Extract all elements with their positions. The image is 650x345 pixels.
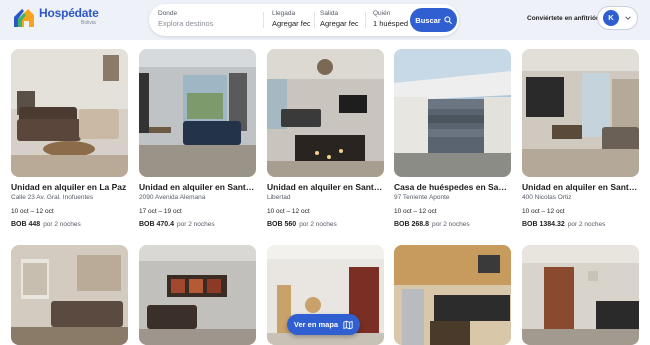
listing-photo[interactable]: [139, 245, 256, 345]
become-host-link[interactable]: Conviértete en anfitrión: [527, 15, 600, 22]
listing-address: Calle 23 Av. Gral. Inofuentes: [11, 194, 94, 201]
listing-card[interactable]: [139, 245, 256, 345]
search-button-label: Buscar: [415, 15, 441, 25]
destination-field[interactable]: Donde Explora destinos: [158, 9, 258, 29]
price-amount: BOB 268.8: [394, 221, 430, 228]
listing-price: BOB 560 por 2 noches: [267, 220, 384, 229]
chevron-down-icon: [625, 16, 631, 20]
checkout-field[interactable]: Salida Agregar fecha: [320, 9, 358, 29]
price-nights: por 2 noches: [299, 221, 337, 228]
checkin-field[interactable]: Llegada Agregar fecha: [272, 9, 310, 29]
listing-card[interactable]: Casa de huéspedes en Santa Cruz 97 Tenie…: [394, 49, 511, 229]
user-menu-button[interactable]: K: [597, 6, 638, 30]
price-nights: por 2 noches: [177, 221, 215, 228]
guests-value[interactable]: 1 huésped: [373, 18, 409, 29]
listing-photo[interactable]: [139, 49, 256, 177]
avatar: K: [603, 10, 619, 26]
search-button[interactable]: Buscar: [410, 8, 457, 32]
guests-field[interactable]: Quién 1 huésped: [373, 9, 409, 29]
view-map-button[interactable]: Ver en mapa: [287, 314, 360, 335]
listing-photo[interactable]: [11, 49, 128, 177]
listing-photo[interactable]: [394, 49, 511, 177]
view-map-label: Ver en mapa: [293, 320, 339, 329]
listing-title: Unidad en alquiler en Santa Cruz: [522, 182, 639, 192]
listing-address: Libertad: [267, 194, 291, 201]
price-amount: BOB 1384.32: [522, 221, 565, 228]
destination-input[interactable]: Explora destinos: [158, 18, 258, 29]
destination-label: Donde: [158, 10, 178, 17]
listing-title: Casa de huéspedes en Santa Cruz: [394, 182, 511, 192]
price-nights: por 2 noches: [432, 221, 470, 228]
top-header: Hospédate Bolivia Donde Explora destinos…: [0, 0, 650, 40]
listing-photo[interactable]: [522, 245, 639, 345]
checkout-value[interactable]: Agregar fecha: [320, 18, 358, 29]
price-amount: BOB 448: [11, 221, 41, 228]
search-bar: Donde Explora destinos Llegada Agregar f…: [149, 4, 459, 36]
listing-price: BOB 470.4 por 2 noches: [139, 220, 256, 229]
listing-price: BOB 1384.32 por 2 noches: [522, 220, 639, 229]
listing-dates: 10 oct – 12 oct: [522, 208, 565, 215]
checkin-label: Llegada: [272, 10, 296, 17]
price-nights: por 2 noches: [567, 221, 606, 228]
listing-title: Unidad en alquiler en Santa Cruz: [267, 182, 384, 192]
listing-dates: 10 oct – 12 oct: [394, 208, 437, 215]
divider: [263, 12, 264, 28]
listing-address: 400 Nicolas Ortiz: [522, 194, 572, 201]
price-nights: por 2 noches: [43, 221, 81, 228]
listing-dates: 17 oct – 19 oct: [139, 208, 182, 215]
price-amount: BOB 470.4: [139, 221, 175, 228]
listing-card[interactable]: [522, 245, 639, 345]
listing-card[interactable]: Unidad en alquiler en Santa Cruz 400 Nic…: [522, 49, 639, 229]
brand-name: Hospédate: [39, 6, 99, 20]
brand-tagline: Bolivia: [81, 20, 96, 26]
listing-price: BOB 268.8 por 2 noches: [394, 220, 511, 229]
brand-logo[interactable]: Hospédate Bolivia: [12, 7, 99, 29]
listing-card[interactable]: Unidad en alquiler en La Paz Calle 23 Av…: [11, 49, 128, 229]
search-icon: [444, 16, 452, 24]
listing-card[interactable]: [11, 245, 128, 345]
listing-address: 2090 Avenida Alemana: [139, 194, 206, 201]
listing-photo[interactable]: [394, 245, 511, 345]
listing-price: BOB 448 por 2 noches: [11, 220, 128, 229]
listing-title: Unidad en alquiler en Santa Cruz: [139, 182, 256, 192]
checkin-value[interactable]: Agregar fecha: [272, 18, 310, 29]
guests-label: Quién: [373, 10, 391, 17]
logo-house-icon: [12, 7, 36, 29]
map-icon: [343, 320, 353, 329]
listing-card[interactable]: [394, 245, 511, 345]
listing-card[interactable]: Unidad en alquiler en Santa Cruz 2090 Av…: [139, 49, 256, 229]
listing-dates: 10 oct – 12 oct: [267, 208, 310, 215]
listing-address: 97 Teniente Aponte: [394, 194, 450, 201]
listing-dates: 10 oct – 12 oct: [11, 208, 54, 215]
listing-card[interactable]: Unidad en alquiler en Santa Cruz Liberta…: [267, 49, 384, 229]
listing-title: Unidad en alquiler en La Paz: [11, 182, 127, 192]
listing-photo[interactable]: [267, 49, 384, 177]
divider: [314, 12, 315, 28]
listing-photo[interactable]: [11, 245, 128, 345]
divider: [365, 12, 366, 28]
checkout-label: Salida: [320, 10, 339, 17]
price-amount: BOB 560: [267, 221, 297, 228]
listing-photo[interactable]: [522, 49, 639, 177]
